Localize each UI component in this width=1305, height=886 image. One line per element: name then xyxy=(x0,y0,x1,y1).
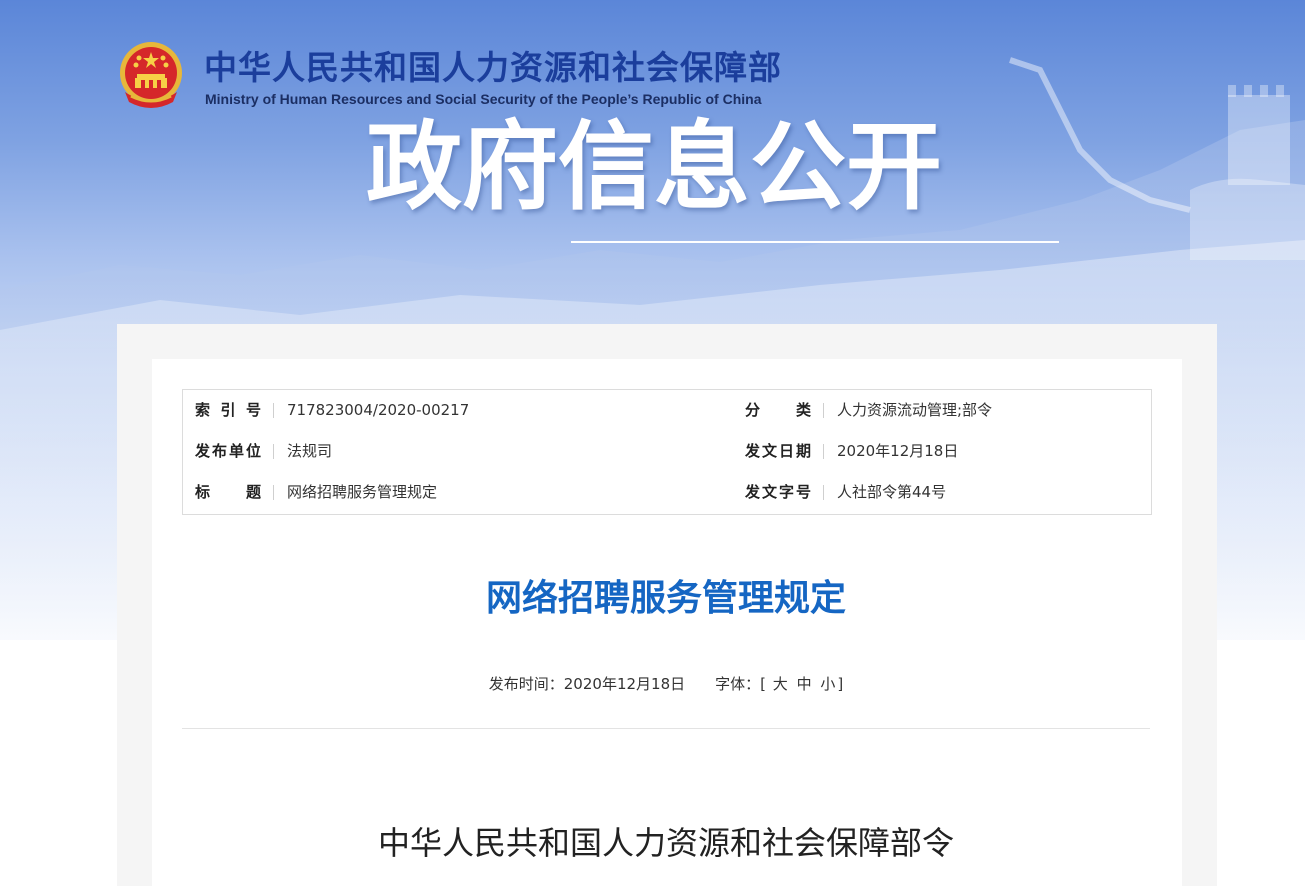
meta-separator xyxy=(823,485,824,500)
publisher-label: 发布单位 xyxy=(195,442,261,460)
font-size-bracket-close: ] xyxy=(837,675,844,693)
ministry-name-en: Ministry of Human Resources and Social S… xyxy=(205,91,762,107)
publish-time-label: 发布时间： xyxy=(488,675,564,693)
document-title: 网络招聘服务管理规定 xyxy=(485,578,846,619)
issue-date-label: 发文日期 xyxy=(745,442,811,460)
meta-separator xyxy=(273,485,274,500)
font-size-label: 字体： xyxy=(715,675,761,693)
meta-row-title: 标 题 网络招聘服务管理规定 发文字号 人社部令第44号 xyxy=(183,472,1151,513)
meta-separator xyxy=(273,444,274,459)
font-size-medium-link[interactable]: 中 xyxy=(795,672,814,696)
ministry-name-cn: 中华人民共和国人力资源和社会保障部 xyxy=(204,48,782,87)
title-label: 标 题 xyxy=(195,483,261,501)
font-size-bracket-open: [ xyxy=(760,675,766,693)
doc-number-label: 发文字号 xyxy=(745,483,811,501)
doc-number-value: 人社部令第44号 xyxy=(837,483,947,501)
publish-info: 发布时间：2020年12月18日 字体：[ 大 中 小] xyxy=(182,672,1150,696)
category-label: 分 类 xyxy=(745,401,811,419)
font-size-small-link[interactable]: 小 xyxy=(818,672,837,696)
meta-separator xyxy=(823,403,824,418)
index-number-label: 索 引 号 xyxy=(195,401,261,419)
meta-separator xyxy=(823,444,824,459)
meta-row-index: 索 引 号 717823004/2020-00217 分 类 人力资源流动管理;… xyxy=(183,390,1151,431)
content-divider xyxy=(182,728,1150,729)
banner-underline xyxy=(571,241,1059,243)
index-number-value: 717823004/2020-00217 xyxy=(287,401,470,419)
meta-row-publisher: 发布单位 法规司 发文日期 2020年12月18日 xyxy=(183,431,1151,472)
font-size-large-link[interactable]: 大 xyxy=(771,672,790,696)
banner-title: 政府信息公开 xyxy=(366,111,942,223)
meta-separator xyxy=(273,403,274,418)
document-metadata-table: 索 引 号 717823004/2020-00217 分 类 人力资源流动管理;… xyxy=(182,389,1152,515)
national-emblem-icon xyxy=(120,42,182,108)
order-heading: 中华人民共和国人力资源和社会保障部令 xyxy=(377,824,954,862)
category-value: 人力资源流动管理;部令 xyxy=(837,401,993,419)
publisher-value: 法规司 xyxy=(287,442,333,460)
issue-date-value: 2020年12月18日 xyxy=(837,442,959,460)
publish-time-value: 2020年12月18日 xyxy=(563,675,686,693)
title-value: 网络招聘服务管理规定 xyxy=(287,483,438,501)
